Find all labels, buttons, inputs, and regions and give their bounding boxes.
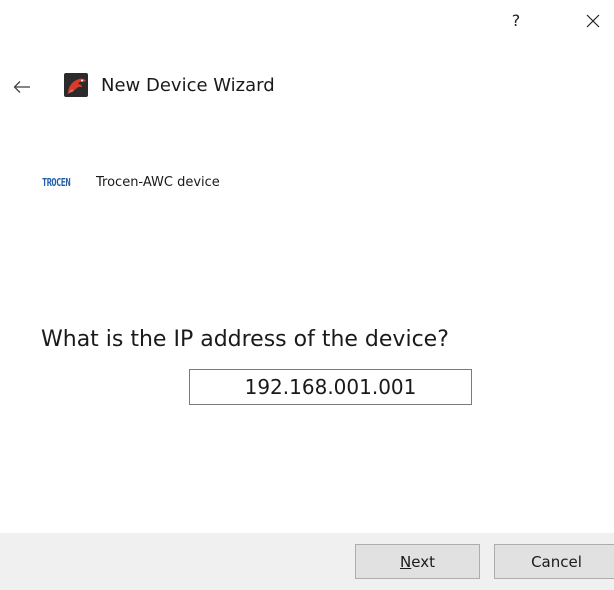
ip-question: What is the IP address of the device? [41,327,449,352]
cancel-button[interactable]: Cancel [494,544,614,579]
close-button[interactable] [578,6,608,36]
trocen-logo: TROCEN [42,176,71,189]
next-mnemonic: N [400,552,412,571]
help-button[interactable]: ? [501,6,531,36]
next-label-rest: ext [411,552,435,571]
wizard-title: New Device Wizard [101,75,275,96]
close-icon [586,14,600,28]
trocen-dragon-icon [64,73,88,97]
back-arrow-icon [13,81,30,93]
back-button[interactable] [10,76,34,98]
device-name: Trocen-AWC device [96,175,220,190]
next-button[interactable]: Next [355,544,480,579]
ip-address-input[interactable] [189,369,472,405]
